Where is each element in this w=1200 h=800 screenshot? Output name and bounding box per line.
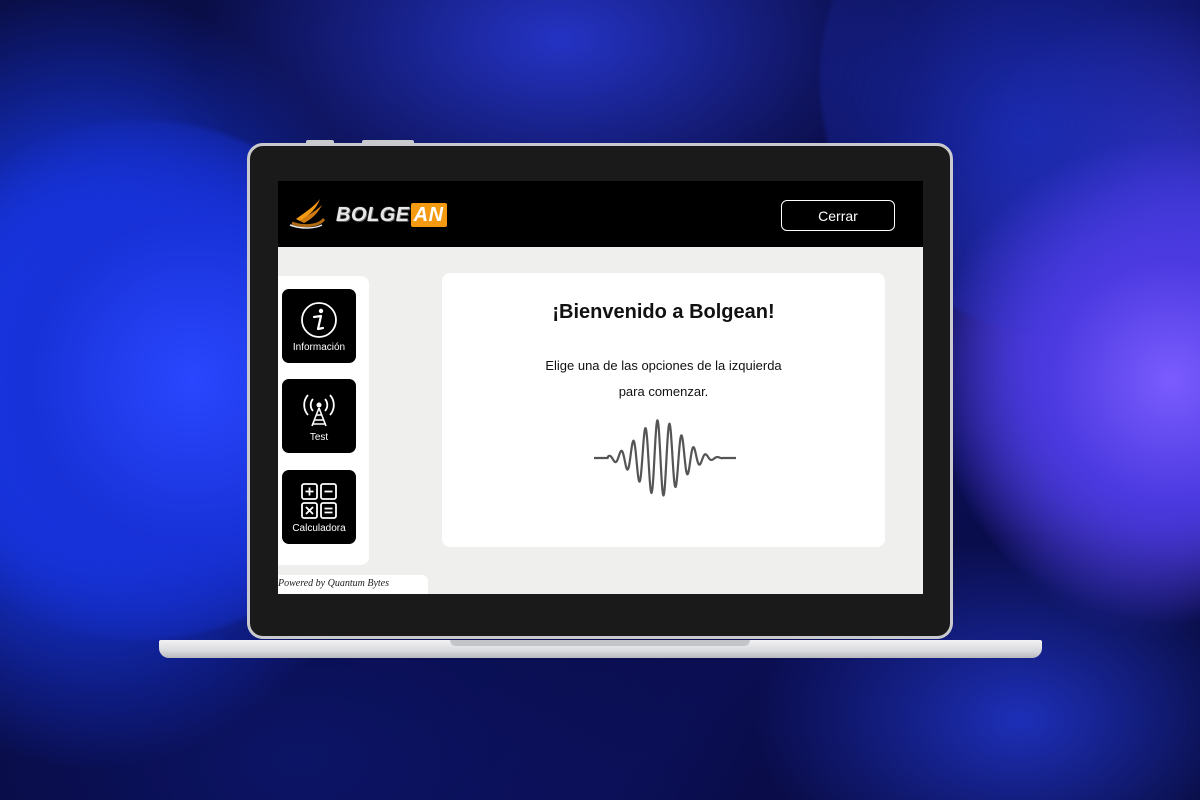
sidebar-item-label: Información — [292, 341, 346, 353]
logo-text-part2: AN — [410, 203, 447, 227]
sidebar-item-label: Calculadora — [292, 522, 346, 534]
app-header: BOLGE AN Cerrar — [278, 181, 923, 247]
welcome-card: ¡Bienvenido a Bolgean! Elige una de las … — [442, 273, 885, 547]
powered-by-footer: Powered by Quantum Bytes — [278, 575, 428, 594]
welcome-message: Elige una de las opciones de la izquierd… — [442, 353, 885, 405]
sidebar: Información Test Calculadora — [278, 276, 369, 565]
desktop-background: BOLGE AN Cerrar Información Test Calcula… — [0, 0, 1200, 800]
sidebar-item-informacion[interactable]: Información — [282, 289, 356, 363]
logo-text-part1: BOLGE — [336, 203, 410, 226]
info-icon — [301, 301, 337, 338]
antenna-icon — [303, 393, 335, 426]
welcome-line-2: para comenzar. — [618, 384, 709, 399]
sidebar-item-calculadora[interactable]: Calculadora — [282, 470, 356, 544]
close-button[interactable]: Cerrar — [781, 200, 895, 231]
bolgean-logo-icon — [289, 199, 326, 229]
page-title: ¡Bienvenido a Bolgean! — [552, 301, 775, 323]
app-screen: BOLGE AN Cerrar Información Test Calcula… — [278, 181, 923, 594]
laptop-base-notch — [450, 640, 750, 646]
sidebar-item-test[interactable]: Test — [282, 379, 356, 453]
calculator-icon — [301, 482, 337, 519]
welcome-line-1: Elige una de las opciones de la izquierd… — [545, 358, 782, 373]
sidebar-item-label: Test — [309, 431, 329, 443]
sound-wave-icon — [594, 419, 736, 497]
app-logo-wordmark: BOLGE AN — [336, 203, 447, 227]
